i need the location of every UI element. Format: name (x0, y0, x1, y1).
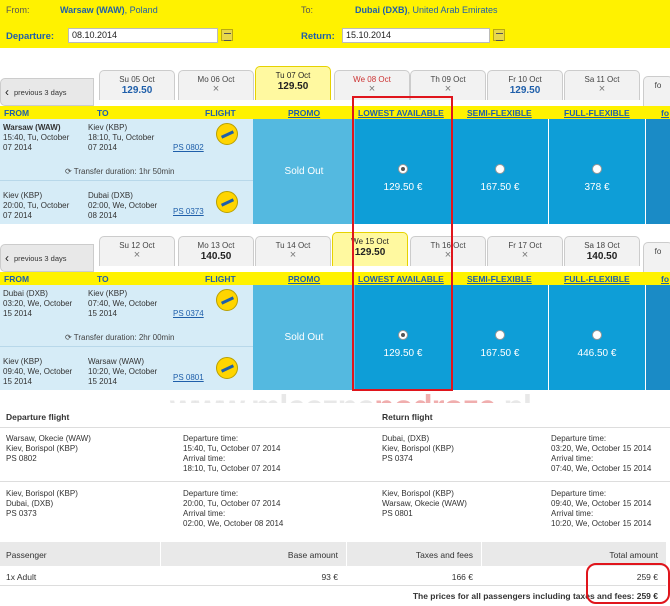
highlight-box (352, 96, 453, 391)
departure-date-input[interactable]: 08.10.2014 (68, 28, 218, 43)
fare-radio[interactable] (592, 330, 602, 340)
segment-times: Departure time: 09:40, We, October 15 201… (551, 489, 652, 528)
outbound-flight-details: Warsaw (WAW) 15:40, Tu, October 07 2014 Ki… (0, 119, 253, 224)
transfer-duration: ⟳ Transfer duration: 2hr 00min (65, 333, 175, 342)
segment-times: Departure time: 15:40, Tu, October 07 201… (183, 434, 281, 473)
date-tab[interactable]: Tu 14 Oct × (255, 236, 331, 266)
sort-semi-link[interactable]: SEMI-FLEXIBLE (467, 108, 532, 118)
date-tab[interactable]: Sa 18 Oct 140.50 (564, 236, 640, 266)
to-value: Dubai (DXB), United Arab Emirates (355, 5, 498, 15)
date-tab[interactable]: Su 12 Oct × (99, 236, 175, 266)
passenger-type: 1x Adult (6, 572, 37, 582)
sort-full-link[interactable]: FULL-FLEXIBLE (564, 274, 630, 284)
airline-logo-icon (216, 191, 238, 213)
inbound-date-selector: ‹ previous 3 days Su 12 Oct × Mo 13 Oct 140… (0, 232, 670, 272)
date-tab[interactable]: Sa 11 Oct × (564, 70, 640, 100)
fare-radio[interactable] (592, 164, 602, 174)
departure-flight-title: Departure flight (6, 412, 70, 422)
airline-logo-icon (216, 357, 238, 379)
return-label: Return: (301, 31, 335, 42)
fare-full-cell[interactable]: 378 € (549, 119, 645, 224)
previous-days-button[interactable]: ‹ previous 3 days (0, 78, 94, 106)
transfer-duration: ⟳ Transfer duration: 1hr 50min (65, 167, 175, 176)
calendar-icon[interactable] (221, 29, 233, 41)
segment-times: Departure time: 20:00, Tu, October 07 201… (183, 489, 284, 528)
close-icon: × (598, 83, 606, 95)
base-amount: 93 € (321, 572, 338, 582)
outbound-date-selector: ‹ previous 3 days Su 05 Oct 129.50 Mo 06 O… (0, 66, 670, 106)
from-label: From: (6, 5, 30, 15)
flight-number-link[interactable]: PS 0802 (173, 143, 204, 153)
segment-route: Kiev, Borispol (KBP) Dubai, (DXB) PS 0373 (6, 489, 78, 518)
date-tab[interactable]: Fr 10 Oct 129.50 (487, 70, 563, 100)
fare-full-cell[interactable]: 446.50 € (549, 285, 645, 390)
previous-days-button[interactable]: ‹ previous 3 days (0, 244, 94, 272)
fare-extra-cell[interactable] (646, 119, 670, 224)
chevron-left-icon: ‹ (5, 251, 9, 265)
outbound-column-header: FROM TO FLIGHT PROMO LOWEST AVAILABLE SE… (0, 106, 670, 119)
airline-logo-icon (216, 123, 238, 145)
close-icon: × (444, 83, 452, 95)
segment-route: Kiev, Borispol (KBP) Warsaw, Okecie (WAW)… (382, 489, 467, 518)
close-icon: × (368, 83, 376, 95)
sort-promo-link[interactable]: PROMO (288, 108, 320, 118)
segment-times: Departure time: 03:20, We, October 15 201… (551, 434, 652, 473)
close-icon: × (133, 249, 141, 261)
airline-logo-icon (216, 289, 238, 311)
flight-number-link[interactable]: PS 0373 (173, 207, 204, 217)
price-table-header: Passenger Base amount Taxes and fees Tot… (0, 542, 666, 566)
chevron-left-icon: ‹ (5, 85, 9, 99)
date-tab[interactable]: Mo 06 Oct × (178, 70, 254, 100)
date-tab[interactable]: fo (643, 242, 670, 272)
date-tab[interactable]: Fr 17 Oct × (487, 236, 563, 266)
date-tab[interactable]: Mo 13 Oct 140.50 (178, 236, 254, 266)
close-icon: × (212, 83, 220, 95)
search-summary-bar: From: Warsaw (WAW), Poland To: Dubai (DX… (0, 0, 670, 48)
date-tab-selected[interactable]: Tu 07 Oct 129.50 (255, 66, 331, 100)
promo-fare-cell: Sold Out (253, 285, 355, 390)
close-icon: × (289, 249, 297, 261)
fare-extra-cell[interactable] (646, 285, 670, 390)
segment-route: Warsaw, Okecie (WAW) Kiev, Borispol (KBP)… (6, 434, 91, 463)
date-tab[interactable]: Su 05 Oct 129.50 (99, 70, 175, 100)
fare-semi-cell[interactable]: 167.50 € (452, 119, 548, 224)
fare-radio[interactable] (495, 330, 505, 340)
inbound-column-header: FROM TO FLIGHT PROMO LOWEST AVAILABLE SE… (0, 272, 670, 285)
sort-semi-link[interactable]: SEMI-FLEXIBLE (467, 274, 532, 284)
flight-number-link[interactable]: PS 0801 (173, 373, 204, 383)
close-icon: × (521, 249, 529, 261)
date-tab[interactable]: fo (643, 76, 670, 106)
return-flight-title: Return flight (382, 412, 433, 422)
taxes-amount: 166 € (451, 572, 473, 582)
departure-label: Departure: (6, 31, 55, 42)
flight-number-link[interactable]: PS 0374 (173, 309, 204, 319)
fare-semi-cell[interactable]: 167.50 € (452, 285, 548, 390)
highlight-box (586, 563, 670, 604)
sort-full-link[interactable]: FULL-FLEXIBLE (564, 108, 630, 118)
to-label: To: (301, 5, 314, 15)
inbound-flight-details: Dubai (DXB) 03:20, We, October 15 2014 Kie… (0, 285, 253, 390)
return-date-input[interactable]: 15.10.2014 (342, 28, 490, 43)
calendar-icon[interactable] (493, 29, 505, 41)
promo-fare-cell: Sold Out (253, 119, 355, 224)
sort-promo-link[interactable]: PROMO (288, 274, 320, 284)
fare-radio[interactable] (495, 164, 505, 174)
from-value: Warsaw (WAW), Poland (60, 5, 158, 15)
segment-route: Dubai, (DXB) Kiev, Borispol (KBP) PS 0374 (382, 434, 454, 463)
